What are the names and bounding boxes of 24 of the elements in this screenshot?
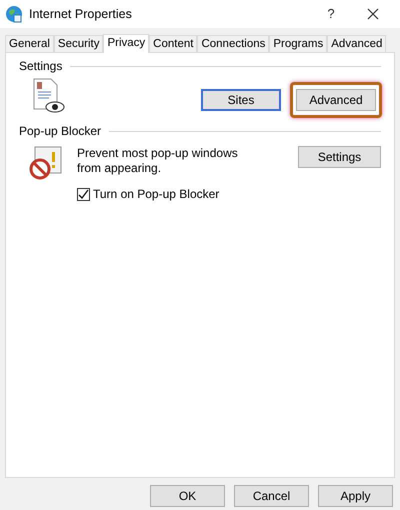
tab[interactable]: Security: [54, 35, 104, 52]
description-text: Prevent most pop-up windows from appearing.: [77, 146, 239, 176]
close-icon: [367, 8, 379, 20]
help-button[interactable]: ?: [311, 4, 351, 24]
document-eye-icon: [31, 77, 67, 115]
globe-icon: [5, 5, 23, 23]
button[interactable]: Settings: [298, 146, 381, 168]
checkbox[interactable]: [77, 188, 90, 200]
button[interactable]: Apply: [318, 485, 393, 507]
tab[interactable]: Programs: [269, 35, 328, 52]
tab[interactable]: Content: [149, 35, 198, 52]
tab[interactable]: Connections: [197, 35, 270, 52]
section-heading: Pop-up Blocker: [19, 123, 102, 140]
button[interactable]: Sites: [201, 89, 281, 111]
check-icon: [78, 188, 89, 200]
popup-blocker-checkbox[interactable]: Turn on Pop-up Blocker: [77, 185, 242, 203]
tab[interactable]: Privacy: [103, 34, 150, 53]
button[interactable]: OK: [150, 485, 225, 507]
section-heading: Settings: [19, 58, 62, 75]
tab[interactable]: Advanced: [327, 35, 386, 52]
button[interactable]: Cancel: [234, 485, 309, 507]
button[interactable]: Advanced: [296, 89, 376, 111]
window-title: Internet Properties: [29, 6, 132, 23]
tab[interactable]: General: [5, 35, 54, 52]
